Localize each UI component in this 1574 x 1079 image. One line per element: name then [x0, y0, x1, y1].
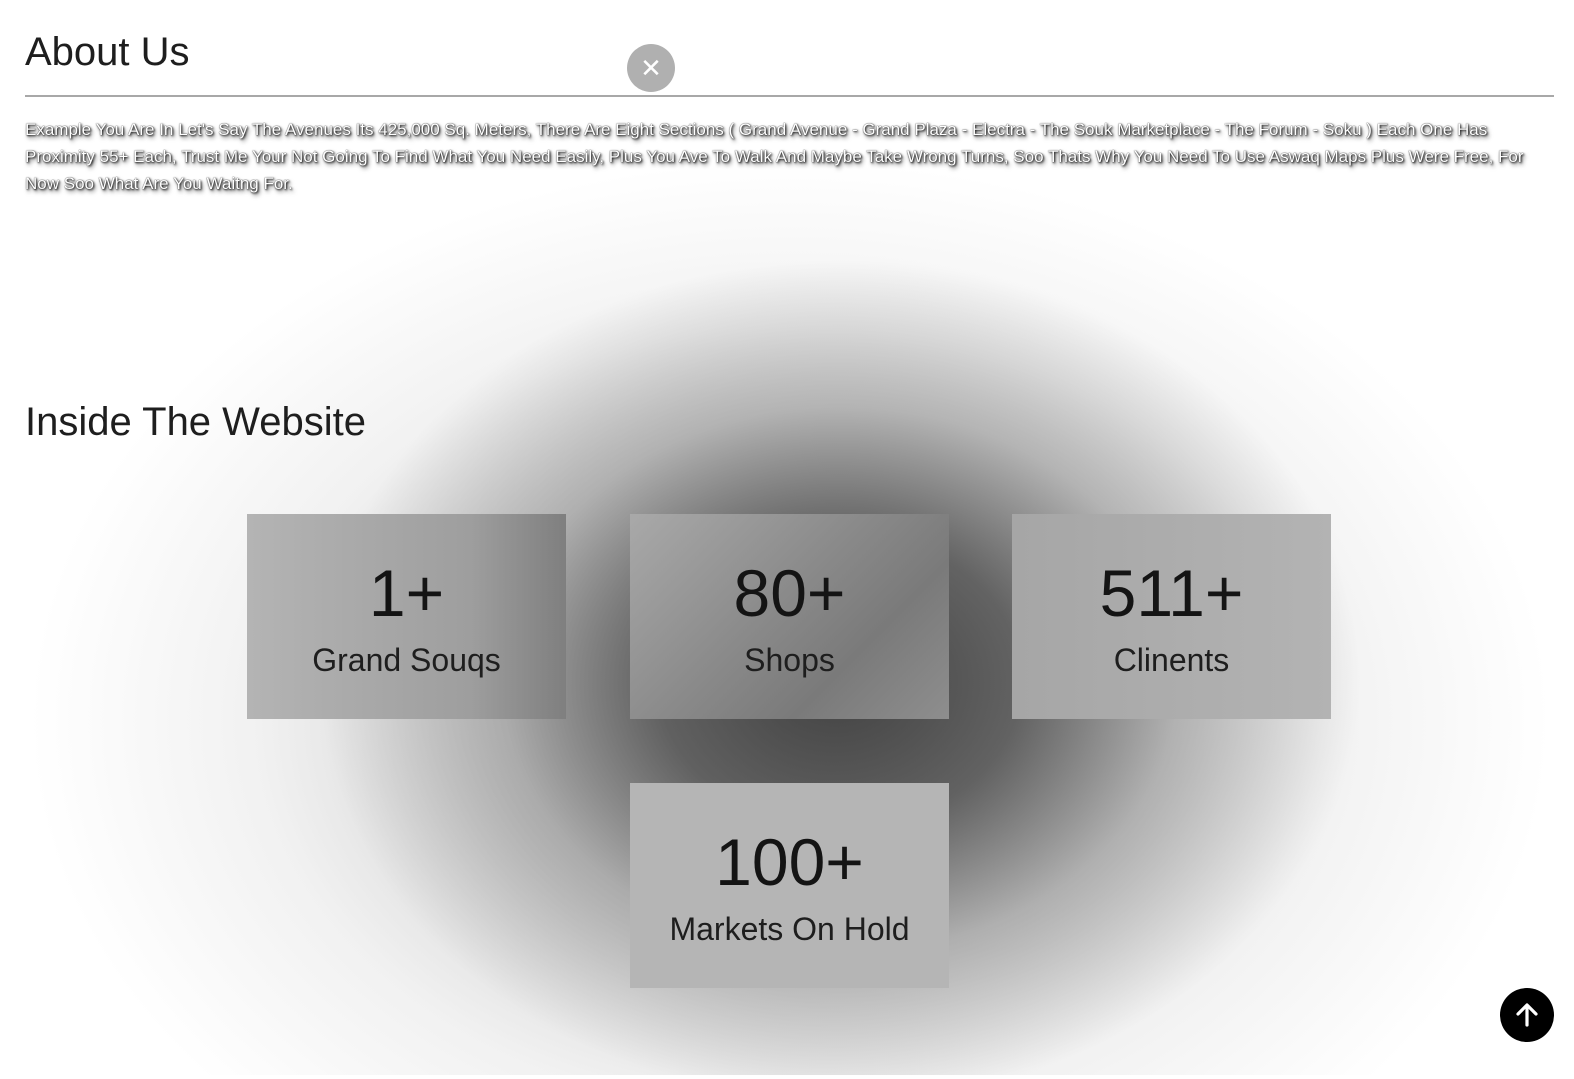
- stat-card-markets-on-hold: 100+ Markets On Hold: [630, 783, 949, 988]
- stat-label: Markets On Hold: [669, 911, 910, 947]
- page: About Us ✕ Example You Are In Let's Say …: [0, 0, 1574, 1079]
- close-button[interactable]: ✕: [627, 44, 675, 92]
- stat-card-clients: 511+ Clinents: [1012, 514, 1331, 719]
- stat-label: Clinents: [1113, 642, 1230, 678]
- about-us-title: About Us: [25, 30, 190, 74]
- stat-number: 1+: [368, 556, 445, 630]
- about-us-description: Example You Are In Let's Say The Avenues…: [25, 120, 1524, 193]
- page-bottom-edge: [0, 1075, 1574, 1079]
- stat-card-grand-souqs: 1+ Grand Souqs: [247, 514, 566, 719]
- stat-number: 80+: [733, 556, 846, 630]
- stat-label: Shops: [744, 642, 835, 678]
- title-divider: [25, 95, 1554, 97]
- close-icon: ✕: [640, 53, 662, 83]
- stat-number: 100+: [715, 825, 864, 899]
- scroll-to-top-button[interactable]: [1500, 988, 1554, 1042]
- stat-label: Grand Souqs: [312, 642, 501, 678]
- inside-website-title: Inside The Website: [25, 400, 366, 444]
- arrow-up-icon: [1516, 1003, 1538, 1027]
- stat-card-shops: 80+ Shops: [630, 514, 949, 719]
- stat-number: 511+: [1099, 556, 1244, 630]
